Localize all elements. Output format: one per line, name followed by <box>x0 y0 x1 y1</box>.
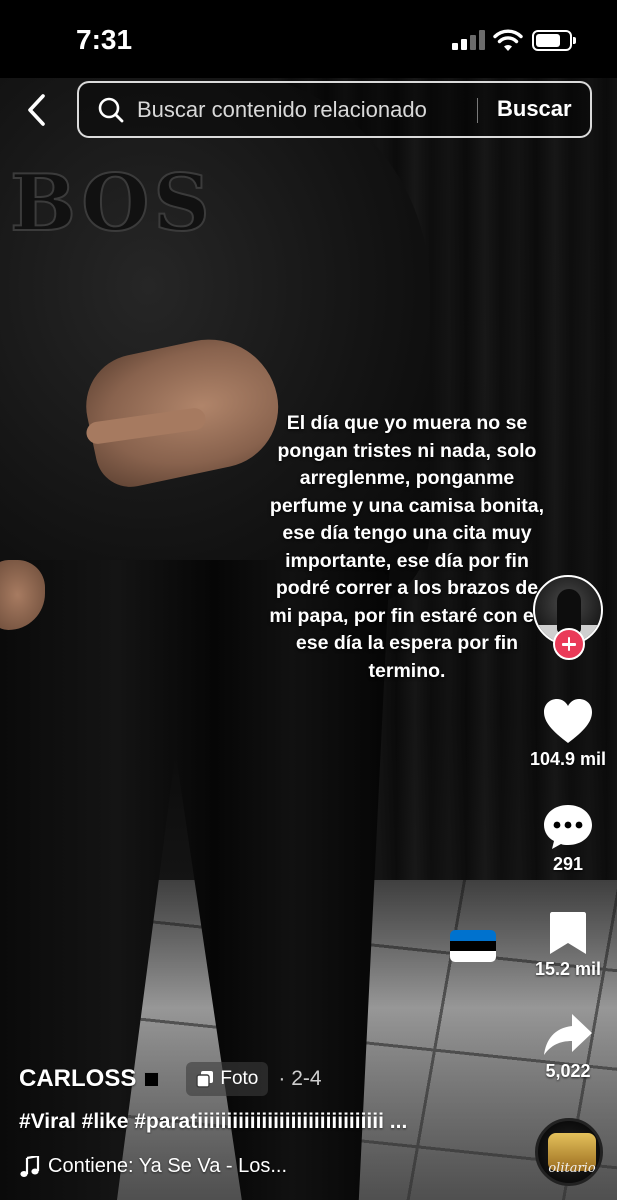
battery-fill <box>536 34 560 47</box>
back-button[interactable] <box>18 88 58 132</box>
share-button[interactable]: 5,022 <box>523 1012 613 1082</box>
like-count: 104.9 mil <box>529 749 607 769</box>
save-button[interactable]: 15.2 mil <box>523 910 613 980</box>
music-note-icon <box>20 1155 40 1177</box>
cellular-signal-icon <box>452 30 486 50</box>
search-input[interactable] <box>137 93 477 127</box>
save-count: 15.2 mil <box>534 959 602 979</box>
music-row[interactable]: Contiene: Ya Se Va - Los... <box>20 1155 287 1178</box>
photo-shirt-print: BOS <box>9 157 214 250</box>
author-username[interactable]: CARLOSS <box>19 1065 136 1093</box>
chevron-left-icon <box>28 94 45 126</box>
flag-emoji <box>450 930 496 962</box>
flag-stripe <box>450 930 496 941</box>
sound-disc[interactable]: olitario <box>535 1118 603 1186</box>
share-arrow-icon <box>544 1014 592 1055</box>
search-submit-button[interactable]: Buscar <box>497 96 572 122</box>
photo-stack-icon <box>196 1071 214 1088</box>
battery-icon <box>532 30 576 51</box>
follow-button[interactable] <box>553 628 585 660</box>
photo-overlay-text: El día que yo muera no se pongan tristes… <box>269 412 545 682</box>
flag-stripe <box>450 951 496 962</box>
caption-hashtags[interactable]: #Viral #like #paratiiiiiiiiiiiiiiiiiiiii… <box>19 1110 459 1134</box>
search-icon <box>98 97 124 123</box>
comment-button[interactable]: 291 <box>523 803 613 875</box>
search-bar[interactable]: Buscar <box>77 81 592 138</box>
sound-disc-text: olitario <box>548 1161 596 1176</box>
author-row: CARLOSS Foto · 2-4 <box>19 1062 322 1096</box>
status-time: 7:31 <box>76 24 133 55</box>
status-bar: 7:31 <box>0 0 617 78</box>
comment-bubble-icon <box>544 805 592 849</box>
comment-count: 291 <box>552 854 584 874</box>
music-label: Contiene: Ya Se Va - Los... <box>48 1155 288 1177</box>
bookmark-icon <box>550 912 586 954</box>
photo-type-badge: Foto <box>186 1062 269 1096</box>
search-divider <box>477 98 478 123</box>
photo-badge-label: Foto <box>220 1068 259 1089</box>
heart-icon <box>544 699 592 743</box>
like-button[interactable]: 104.9 mil <box>523 698 613 770</box>
username-square-icon <box>144 1071 160 1087</box>
post-date: · 2-4 <box>278 1067 322 1090</box>
wifi-icon <box>493 29 523 51</box>
flag-stripe <box>450 940 496 952</box>
share-count: 5,022 <box>545 1061 591 1081</box>
